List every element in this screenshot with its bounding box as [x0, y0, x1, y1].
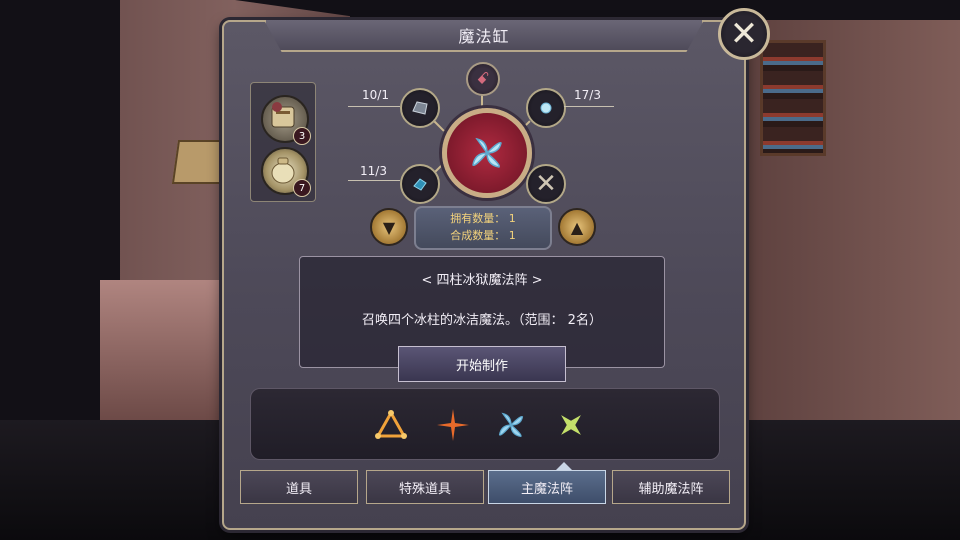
- background-wall: [720, 20, 960, 480]
- orb-icon: [540, 102, 552, 114]
- result-orb: [442, 108, 532, 198]
- category-tabs: 道具 特殊道具 主魔法阵 辅助魔法阵: [240, 462, 730, 504]
- active-tab-indicator: [556, 462, 572, 470]
- chevron-up-icon: ▲: [570, 217, 584, 237]
- tab-special-items[interactable]: 特殊道具: [366, 470, 484, 504]
- pattern-ice-flower[interactable]: [491, 405, 531, 445]
- count-underline: [348, 180, 400, 181]
- empty-slot-icon: ✕: [535, 169, 557, 199]
- material-slot-empty[interactable]: ✕: [526, 164, 566, 204]
- quantity-display: 拥有数量： 1 合成数量： 1: [414, 206, 552, 250]
- fire-triangle-icon: [375, 409, 407, 439]
- count-underline: [348, 106, 400, 107]
- material-slot-stone[interactable]: [400, 88, 440, 128]
- ring-connector: [481, 95, 483, 109]
- ingredient-slot-scroll-pouch[interactable]: 3: [261, 95, 311, 145]
- close-button[interactable]: ✕: [718, 8, 770, 60]
- stone-icon: [412, 101, 428, 115]
- panel-title: 魔法缸: [264, 20, 704, 52]
- ingredient-count: 7: [293, 179, 311, 197]
- background-stairs: [100, 280, 230, 420]
- material-count: 10/1: [362, 88, 389, 102]
- close-icon: ✕: [729, 14, 759, 54]
- tab-items[interactable]: 道具: [240, 470, 358, 504]
- ring-connector: [433, 120, 445, 132]
- material-slot-orb[interactable]: [526, 88, 566, 128]
- crystal-icon: [413, 178, 427, 191]
- pattern-orange-star[interactable]: [433, 405, 473, 445]
- pattern-green-star[interactable]: [551, 405, 591, 445]
- decrease-button[interactable]: ▼: [370, 208, 408, 246]
- count-underline: [564, 106, 614, 107]
- chevron-down-icon: ▼: [382, 217, 396, 237]
- recipe-description: 召唤四个冰柱的冰洁魔法。（范围： 2名）: [362, 313, 602, 328]
- material-count: 11/3: [360, 164, 387, 178]
- ingredient-slot-sack[interactable]: 7: [261, 147, 311, 197]
- magic-cauldron-panel: 魔法缸 3 7 ꗃ 10/1 17/3 11/3 ✕ ▼ 拥有数量： 1 合成数…: [222, 20, 746, 530]
- material-slot-crystal[interactable]: [400, 164, 440, 204]
- pattern-selector: [250, 388, 720, 460]
- owned-count: 拥有数量： 1: [450, 212, 516, 225]
- crafted-count: 合成数量： 1: [450, 229, 516, 242]
- recipe-name: < 四柱冰狱魔法阵 >: [421, 273, 543, 288]
- ingredient-count: 3: [293, 127, 311, 145]
- tab-main-magic-circle[interactable]: 主魔法阵: [488, 470, 606, 504]
- ingredient-list: 3 7: [250, 82, 316, 202]
- rune-icon: ꗃ: [476, 69, 490, 88]
- green-star-icon: [561, 415, 581, 435]
- tab-support-magic-circle[interactable]: 辅助魔法阵: [612, 470, 730, 504]
- pattern-fire-triangle[interactable]: [371, 405, 411, 445]
- orange-star-icon: [437, 409, 469, 441]
- start-crafting-button[interactable]: 开始制作: [398, 346, 566, 382]
- ice-flower-icon: [498, 412, 524, 438]
- ice-flower-icon: [472, 137, 502, 168]
- material-count: 17/3: [574, 88, 601, 102]
- increase-button[interactable]: ▲: [558, 208, 596, 246]
- bookshelf: [760, 40, 826, 156]
- top-rune-slot[interactable]: ꗃ: [466, 62, 500, 96]
